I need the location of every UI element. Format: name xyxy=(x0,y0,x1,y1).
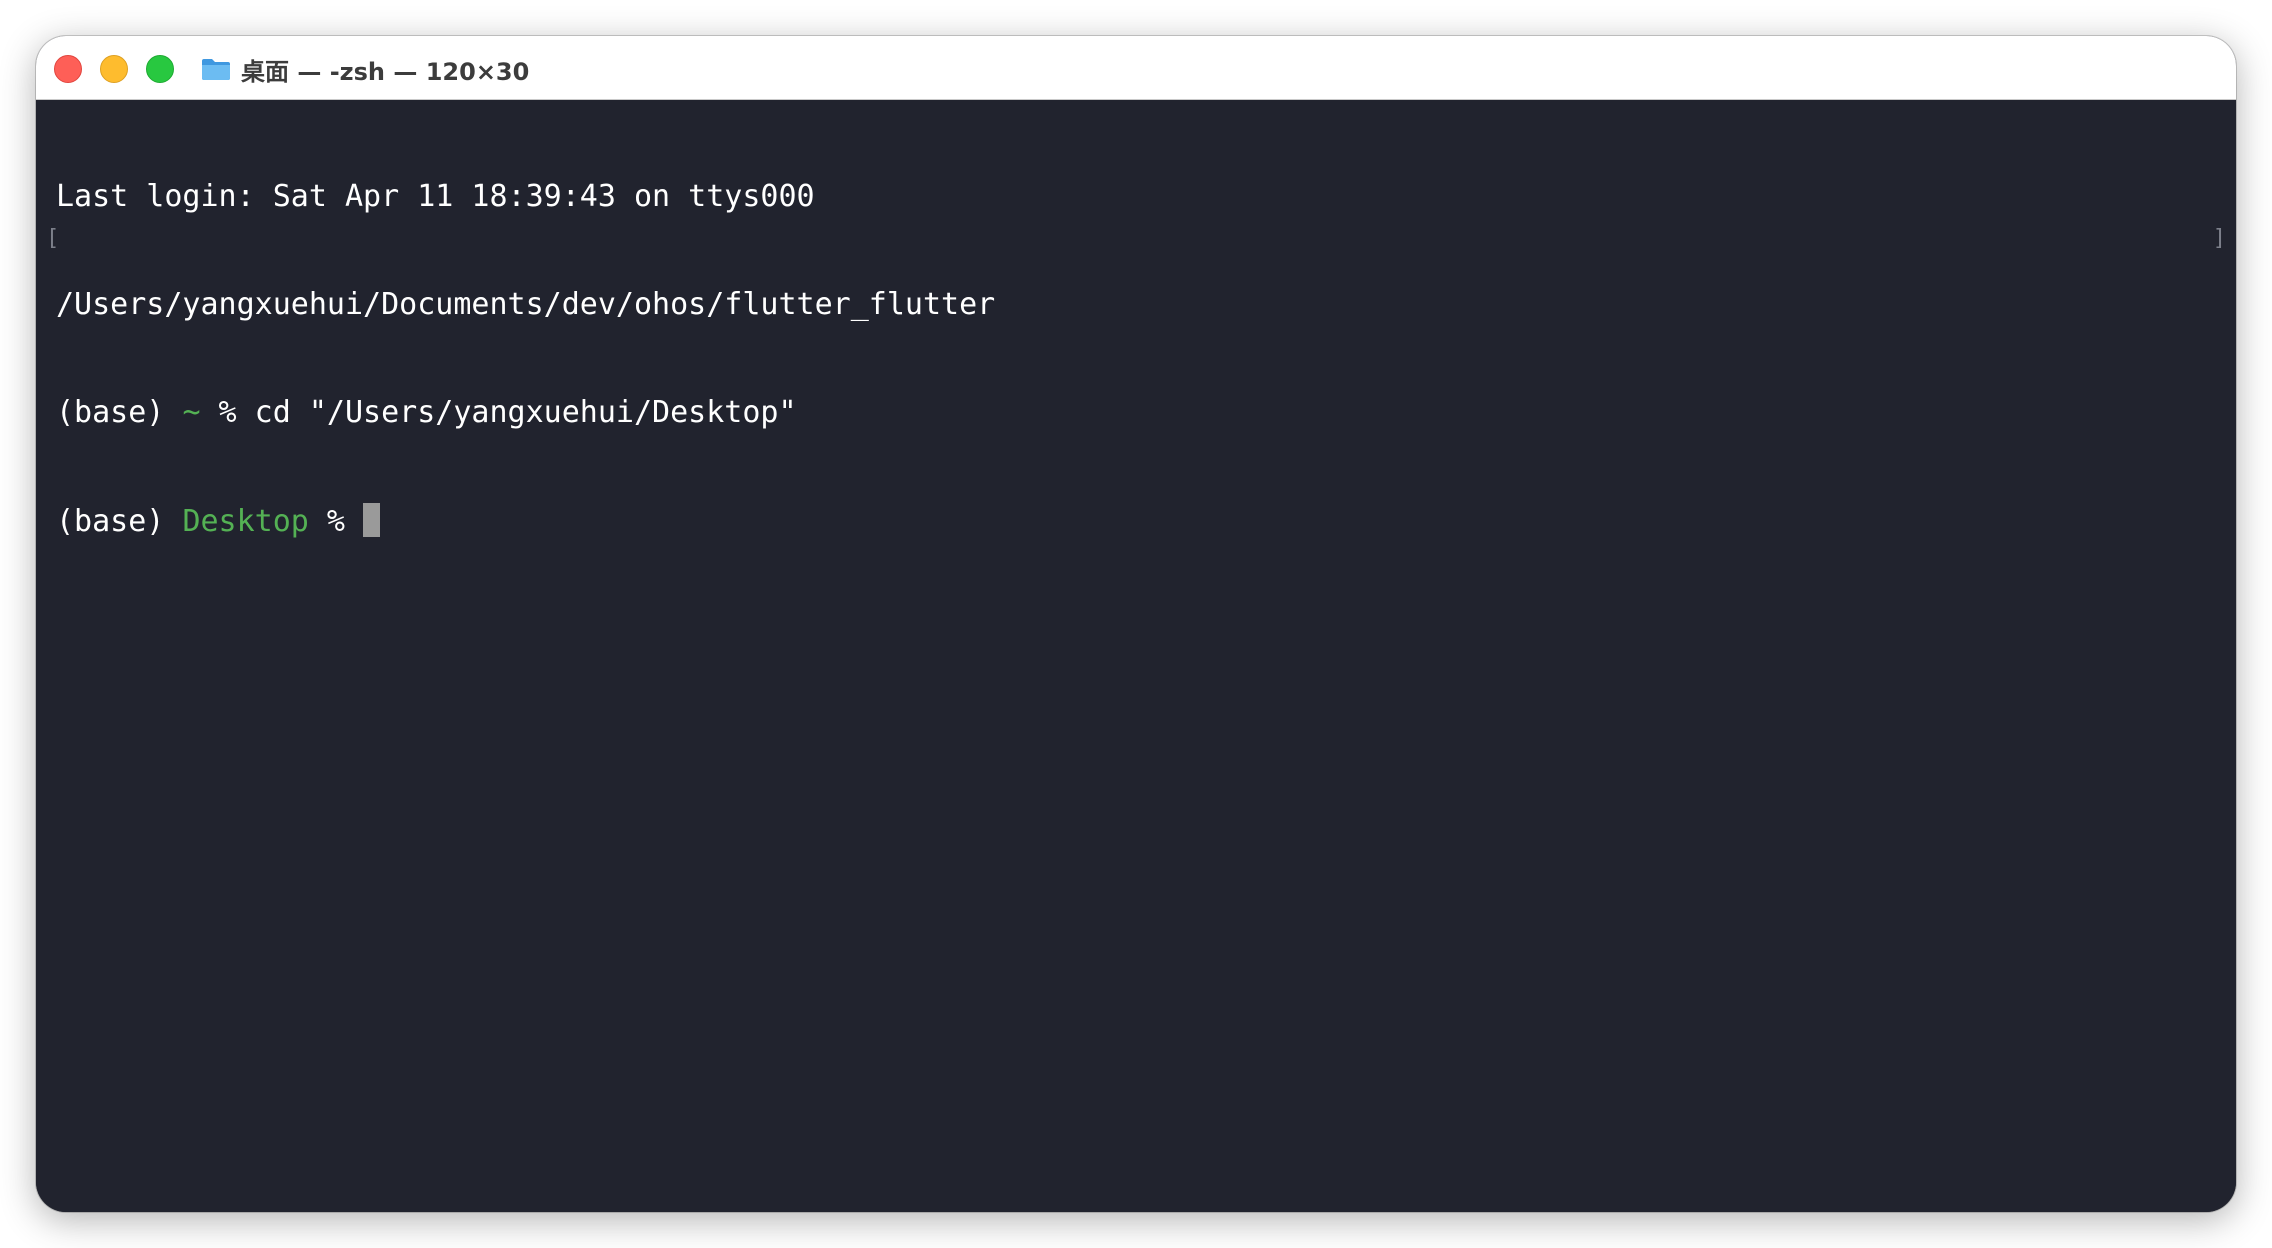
prompt-symbol: % xyxy=(308,504,364,539)
terminal-lines: Last login: Sat Apr 11 18:39:43 on ttys0… xyxy=(56,107,995,611)
minimize-button[interactable] xyxy=(100,55,128,83)
terminal-line-prompt: (base) Desktop % xyxy=(56,503,995,539)
command-text: % cd "/Users/yangxuehui/Desktop" xyxy=(200,395,797,430)
terminal-output[interactable]: [ ] Last login: Sat Apr 11 18:39:43 on t… xyxy=(36,100,2236,1212)
prompt-env: (base) xyxy=(56,504,183,539)
terminal-line-path: /Users/yangxuehui/Documents/dev/ohos/flu… xyxy=(56,287,996,322)
window-title: 桌面 — -zsh — 120×30 xyxy=(201,51,529,87)
close-button[interactable] xyxy=(54,55,82,83)
title-bar[interactable]: 桌面 — -zsh — 120×30 xyxy=(36,36,2236,100)
terminal-window: 桌面 — -zsh — 120×30 [ ] Last login: Sat A… xyxy=(36,36,2236,1212)
terminal-line-cd-command: (base) ~ % cd "/Users/yangxuehui/Desktop… xyxy=(56,395,995,431)
prompt-dir: ~ xyxy=(182,395,201,430)
window-title-text: 桌面 — -zsh — 120×30 xyxy=(241,57,530,86)
folder-icon xyxy=(202,59,230,80)
text-cursor xyxy=(363,503,381,537)
prompt-dir: Desktop xyxy=(182,504,309,539)
terminal-line-login: Last login: Sat Apr 11 18:39:43 on ttys0… xyxy=(56,179,815,214)
mark-bracket-right: ] xyxy=(2212,226,2226,251)
prompt-env: (base) xyxy=(56,395,183,430)
zoom-button[interactable] xyxy=(146,55,174,83)
